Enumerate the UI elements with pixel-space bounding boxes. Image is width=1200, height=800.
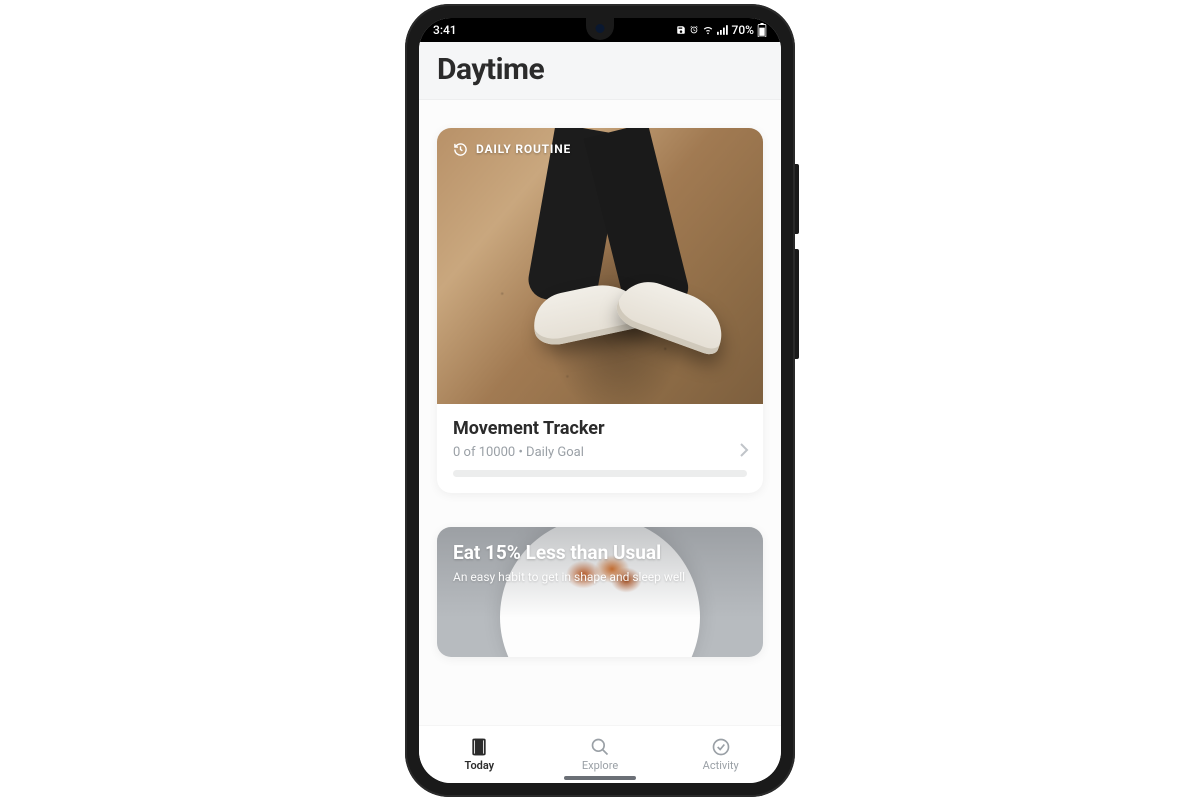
card-hero-image: DAILY ROUTINE (437, 128, 763, 404)
movement-tracker-card[interactable]: DAILY ROUTINE Movement Tracker 0 of 1000… (437, 128, 763, 493)
card-title: Eat 15% Less than Usual (453, 541, 747, 564)
card-body: Movement Tracker 0 of 10000 • Daily Goal (437, 404, 763, 493)
battery-icon (757, 23, 767, 37)
save-icon (676, 25, 686, 35)
phone-frame: 3:41 70% Daytime (405, 4, 795, 797)
page-header: Daytime (419, 42, 781, 100)
card-title: Movement Tracker (453, 418, 747, 439)
progress-bar (453, 470, 747, 477)
battery-text: 70% (732, 23, 754, 37)
chevron-right-icon[interactable] (739, 442, 749, 462)
card-overlay: Eat 15% Less than Usual An easy habit to… (437, 527, 763, 657)
side-button (795, 249, 799, 359)
side-button (795, 164, 799, 234)
content-scroll[interactable]: DAILY ROUTINE Movement Tracker 0 of 1000… (419, 100, 781, 725)
signal-icon (717, 25, 729, 35)
card-subtitle: 0 of 10000 • Daily Goal (453, 445, 747, 460)
home-indicator[interactable] (564, 776, 636, 780)
tab-label: Today (465, 759, 495, 772)
card-tag: DAILY ROUTINE (453, 142, 571, 157)
tab-label: Explore (582, 759, 618, 772)
eat-less-card[interactable]: Eat 15% Less than Usual An easy habit to… (437, 527, 763, 657)
tab-activity[interactable]: Activity (660, 726, 781, 783)
tab-explore[interactable]: Explore (540, 726, 661, 783)
status-time: 3:41 (433, 23, 457, 37)
screen: 3:41 70% Daytime (419, 18, 781, 783)
history-icon (453, 142, 468, 157)
page-title: Daytime (437, 52, 763, 87)
alarm-icon (689, 25, 699, 35)
wifi-icon (702, 25, 714, 35)
status-right: 70% (676, 23, 767, 37)
check-circle-icon (711, 737, 731, 757)
tab-today[interactable]: Today (419, 726, 540, 783)
today-icon (469, 737, 489, 757)
tab-bar: Today Explore Activity (419, 725, 781, 783)
card-subtitle: An easy habit to get in shape and sleep … (453, 570, 747, 584)
tab-label: Activity (703, 759, 739, 772)
card-tag-label: DAILY ROUTINE (476, 142, 571, 156)
search-icon (590, 737, 610, 757)
